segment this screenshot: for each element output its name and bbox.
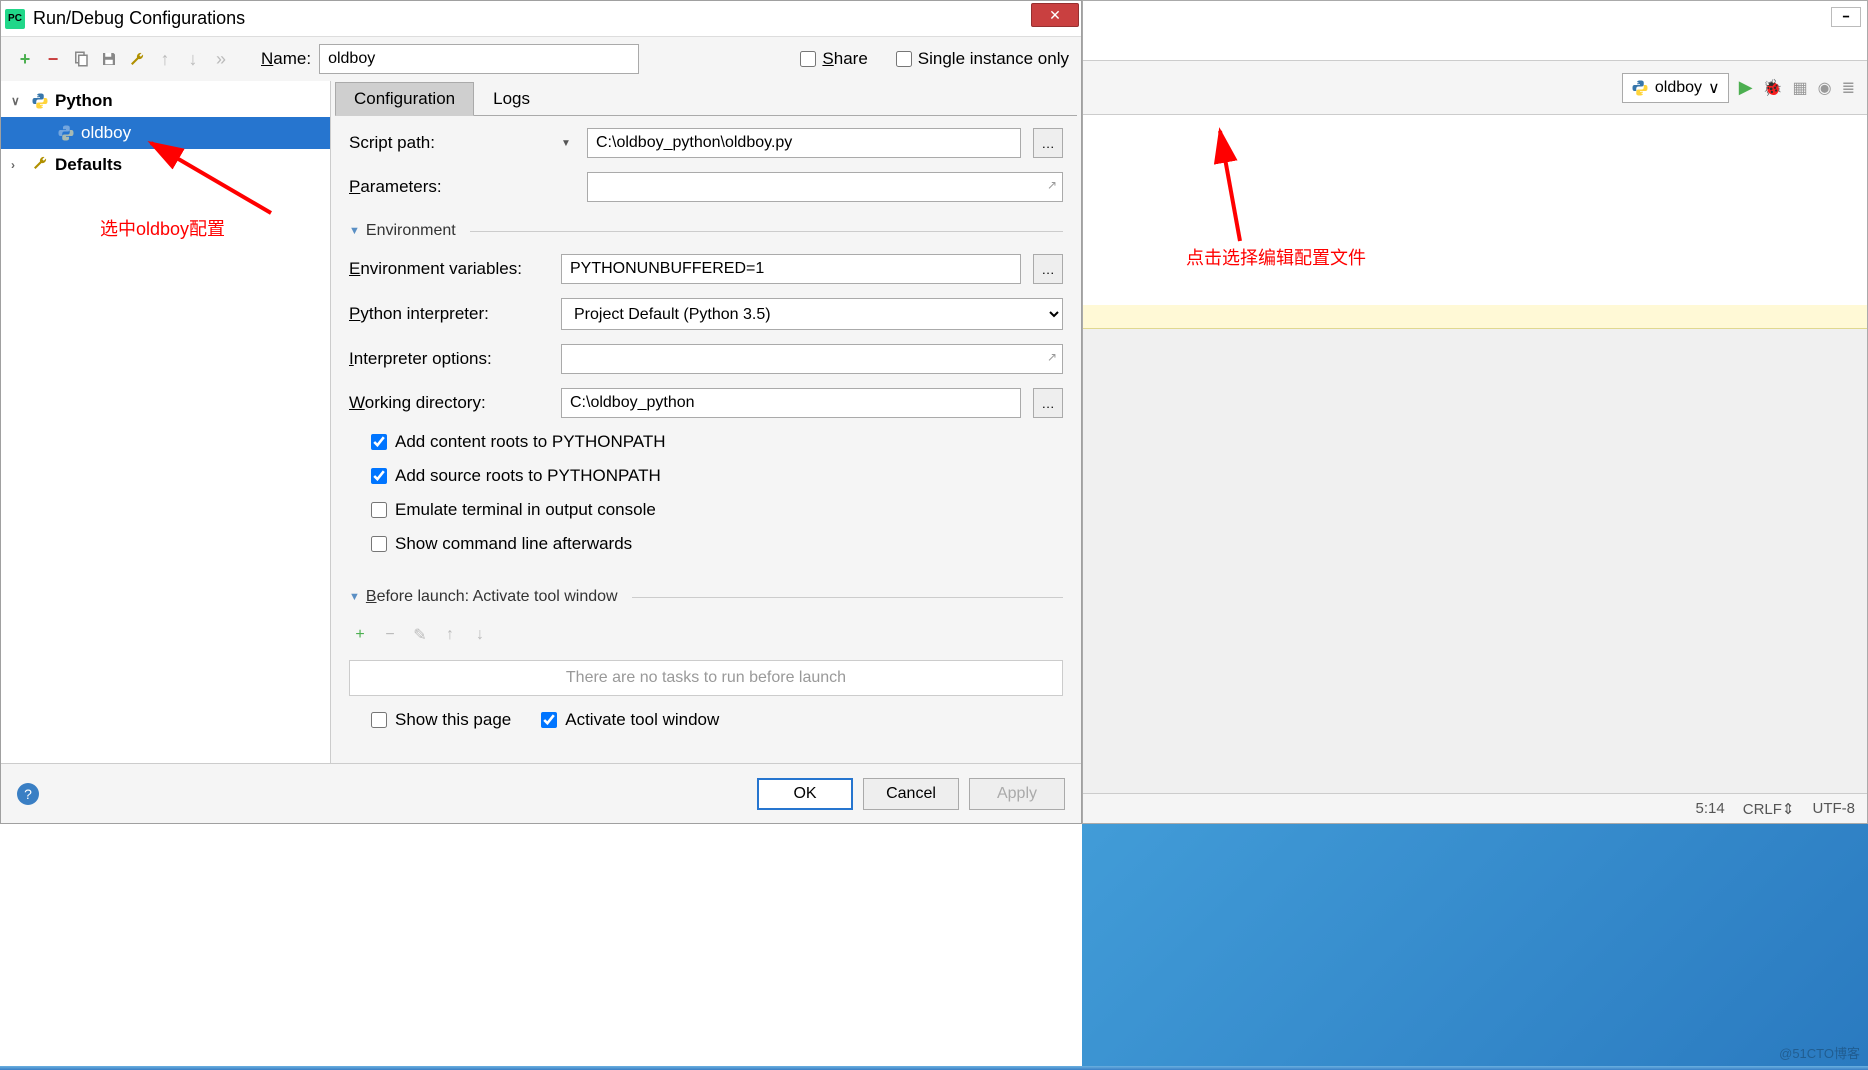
minimize-button[interactable]: ━ [1831,7,1861,27]
emulate-terminal-checkbox[interactable]: Emulate terminal in output console [371,500,1063,520]
tree-python-node[interactable]: ∨ Python [1,85,330,117]
save-button[interactable] [97,47,121,71]
environment-section[interactable]: ▼ Environment [349,222,1063,240]
pycharm-main-window: ━ oldboy ∨ ▶ 🐞 ▦ ◉ ≣ 5:14 CRLF⇕ UTF-8 [1082,0,1868,824]
profile-button[interactable]: ◉ [1818,78,1832,98]
triangle-down-icon: ▼ [349,591,360,603]
file-encoding[interactable]: UTF-8 [1813,800,1856,817]
copy-icon [72,50,90,68]
add-content-roots-checkbox[interactable]: Add content roots to PYTHONPATH [371,432,1063,452]
before-launch-section[interactable]: ▼ Before launch: Activate tool window [349,588,1063,606]
tree-label: Defaults [55,155,122,175]
move-task-up-button[interactable]: ↑ [439,624,461,646]
annotation-arrow [1210,126,1330,246]
interpreter-options-label: Interpreter options: [349,349,549,369]
expand-button[interactable]: » [209,47,233,71]
help-button[interactable]: ? [17,783,39,805]
tasks-list: There are no tasks to run before launch [349,660,1063,696]
dialog-titlebar: PC Run/Debug Configurations ✕ [1,1,1081,37]
pycharm-icon: PC [5,9,25,29]
python-icon [57,124,75,142]
tab-logs[interactable]: Logs [474,82,549,116]
copy-configuration-button[interactable] [69,47,93,71]
save-icon [100,50,118,68]
expand-icon[interactable]: ↗ [1047,178,1057,192]
run-button[interactable]: ▶ [1739,77,1753,98]
parameters-input[interactable] [587,172,1063,202]
highlighted-line [1083,305,1867,329]
script-path-label: Script path: [349,133,549,153]
name-input[interactable] [319,44,639,74]
share-checkbox[interactable]: Share [800,49,867,69]
interpreter-options-input[interactable] [561,344,1063,374]
run-debug-configurations-dialog: PC Run/Debug Configurations ✕ + − ↑ ↓ » … [0,0,1082,824]
activate-tool-window-checkbox[interactable]: Activate tool window [541,710,719,730]
annotation-text-left: 选中oldboy配置 [100,215,225,241]
edit-defaults-button[interactable] [125,47,149,71]
working-dir-input[interactable] [561,388,1021,418]
tree-label: Python [55,91,113,111]
chevron-down-icon: ∨ [11,94,25,108]
dialog-toolbar: + − ↑ ↓ » Name: Share Single instance on… [1,37,1081,81]
chevron-down-icon: ∨ [1708,78,1720,98]
ok-button[interactable]: OK [757,778,853,810]
annotation-text-right: 点击选择编辑配置文件 [1186,244,1366,270]
pycharm-titlebar: ━ [1083,1,1867,61]
debug-button[interactable]: 🐞 [1763,78,1783,98]
pycharm-toolbar: oldboy ∨ ▶ 🐞 ▦ ◉ ≣ [1083,61,1867,115]
remove-task-button[interactable]: − [379,624,401,646]
edit-task-button[interactable]: ✎ [409,624,431,646]
show-this-page-checkbox[interactable]: Show this page [371,710,511,730]
wrench-icon [128,50,146,68]
move-up-button[interactable]: ↑ [153,47,177,71]
interpreter-label: Python interpreter: [349,304,549,324]
triangle-down-icon: ▼ [349,225,360,237]
dialog-title: Run/Debug Configurations [33,8,245,29]
single-instance-checkbox[interactable]: Single instance only [896,49,1069,69]
add-configuration-button[interactable]: + [13,47,37,71]
move-task-down-button[interactable]: ↓ [469,624,491,646]
chevron-down-icon[interactable]: ▼ [561,138,575,149]
move-down-button[interactable]: ↓ [181,47,205,71]
watermark: @51CTO博客 [1779,1043,1860,1062]
tab-configuration[interactable]: Configuration [335,82,474,116]
env-vars-input[interactable] [561,254,1021,284]
apply-button[interactable]: Apply [969,778,1065,810]
browse-env-button[interactable]: … [1033,254,1063,284]
name-label: Name: [261,49,311,69]
annotation-arrow [141,138,281,218]
show-cmd-checkbox[interactable]: Show command line afterwards [371,534,1063,554]
chevron-right-icon: › [11,158,25,172]
browse-workdir-button[interactable]: … [1033,388,1063,418]
status-bar: 5:14 CRLF⇕ UTF-8 [1083,793,1867,823]
python-icon [1631,79,1649,97]
remove-configuration-button[interactable]: − [41,47,65,71]
close-button[interactable]: ✕ [1031,3,1079,27]
env-vars-label: Environment variables: [349,259,549,279]
coverage-button[interactable]: ▦ [1793,78,1808,98]
add-source-roots-checkbox[interactable]: Add source roots to PYTHONPATH [371,466,1063,486]
config-name: oldboy [1655,79,1702,97]
taskbar [0,1066,1868,1070]
editor-area [1083,115,1867,329]
working-dir-label: Working directory: [349,393,549,413]
cancel-button[interactable]: Cancel [863,778,959,810]
interpreter-select[interactable]: Project Default (Python 3.5) [561,298,1063,330]
parameters-label: Parameters: [349,177,549,197]
run-config-selector[interactable]: oldboy ∨ [1622,73,1729,103]
wrench-icon [31,154,49,177]
expand-icon[interactable]: ↗ [1047,350,1057,364]
add-task-button[interactable]: + [349,624,371,646]
line-separator[interactable]: CRLF⇕ [1743,800,1795,818]
browse-script-button[interactable]: … [1033,128,1063,158]
script-path-input[interactable] [587,128,1021,158]
tree-label: oldboy [81,123,131,143]
config-tabs: Configuration Logs [335,81,1077,116]
more-button[interactable]: ≣ [1842,78,1855,98]
dialog-footer: ? OK Cancel Apply [1,763,1081,823]
cursor-position: 5:14 [1696,800,1725,817]
python-icon [31,92,49,110]
